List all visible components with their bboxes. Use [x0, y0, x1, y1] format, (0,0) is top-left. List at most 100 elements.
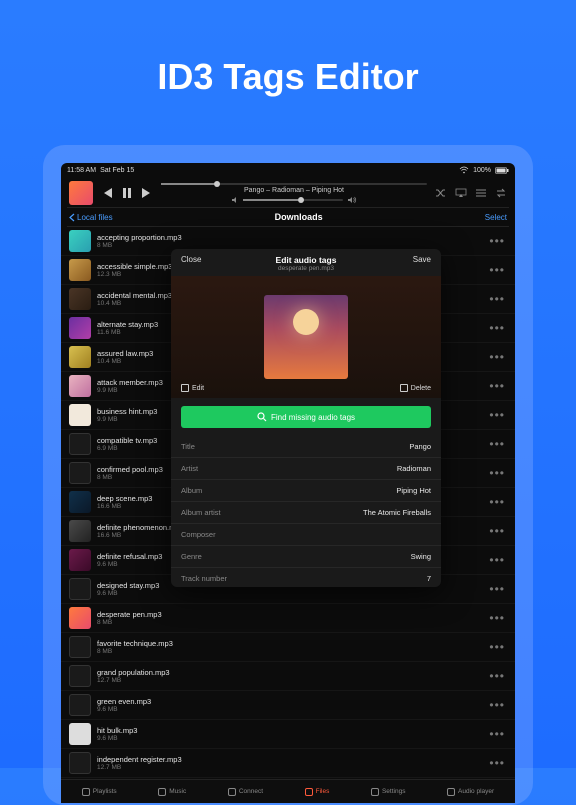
- tag-label: Track number: [181, 574, 227, 583]
- battery-percent: 100%: [473, 167, 491, 174]
- tab-connect[interactable]: Connect: [228, 788, 263, 796]
- battery-icon: [495, 167, 509, 174]
- cover-art[interactable]: [264, 295, 348, 379]
- repeat-icon[interactable]: [495, 188, 507, 198]
- tag-field-row[interactable]: ArtistRadioman: [171, 458, 441, 480]
- file-thumb: [69, 723, 91, 745]
- file-more-button[interactable]: •••: [487, 408, 507, 422]
- tag-label: Genre: [181, 552, 202, 561]
- file-more-button[interactable]: •••: [487, 234, 507, 248]
- find-tags-button[interactable]: Find missing audio tags: [181, 406, 431, 428]
- file-row[interactable]: hit bulk.mp39.6 MB•••: [61, 720, 515, 749]
- select-button[interactable]: Select: [485, 213, 507, 222]
- file-more-button[interactable]: •••: [487, 437, 507, 451]
- file-thumb: [69, 549, 91, 571]
- file-more-button[interactable]: •••: [487, 698, 507, 712]
- file-name: independent register.mp3: [97, 755, 481, 764]
- file-thumb: [69, 636, 91, 658]
- file-thumb: [69, 607, 91, 629]
- tag-field-row[interactable]: AlbumPiping Hot: [171, 480, 441, 502]
- tab-icon: [82, 788, 90, 796]
- prev-button[interactable]: [101, 187, 113, 199]
- tab-label: Files: [316, 788, 330, 795]
- file-row[interactable]: grand population.mp312.7 MB•••: [61, 662, 515, 691]
- nav-row: Local files Downloads Select: [61, 208, 515, 226]
- tab-audio-player[interactable]: Audio player: [447, 788, 494, 796]
- tag-value: Swing: [411, 552, 431, 561]
- tab-files[interactable]: Files: [305, 788, 330, 796]
- file-more-button[interactable]: •••: [487, 524, 507, 538]
- edit-art-label: Edit: [192, 385, 204, 392]
- shuffle-icon[interactable]: [435, 188, 447, 198]
- file-more-button[interactable]: •••: [487, 495, 507, 509]
- tag-field-row[interactable]: TitlePango: [171, 436, 441, 458]
- tab-icon: [371, 788, 379, 796]
- volume-slider[interactable]: [243, 199, 343, 201]
- file-more-button[interactable]: •••: [487, 611, 507, 625]
- find-tags-label: Find missing audio tags: [271, 413, 355, 422]
- tab-music[interactable]: Music: [158, 788, 186, 796]
- tab-playlists[interactable]: Playlists: [82, 788, 117, 796]
- next-button[interactable]: [141, 187, 153, 199]
- search-icon: [257, 412, 267, 422]
- file-row[interactable]: desperate pen.mp38 MB•••: [61, 604, 515, 633]
- file-thumb: [69, 317, 91, 339]
- tag-field-row[interactable]: Composer: [171, 524, 441, 546]
- file-thumb: [69, 752, 91, 774]
- file-more-button[interactable]: •••: [487, 350, 507, 364]
- tab-settings[interactable]: Settings: [371, 788, 406, 796]
- chevron-left-icon: [69, 213, 75, 222]
- file-name: grand population.mp3: [97, 668, 481, 677]
- back-button[interactable]: Local files: [69, 213, 113, 222]
- file-more-button[interactable]: •••: [487, 466, 507, 480]
- wifi-icon: [459, 166, 469, 174]
- tag-value: 7: [427, 574, 431, 583]
- edit-art-button[interactable]: Edit: [181, 384, 204, 392]
- file-row[interactable]: independent register.mp312.7 MB•••: [61, 749, 515, 778]
- queue-icon[interactable]: [475, 188, 487, 198]
- tablet-frame: 11:58 AM Sat Feb 15 100%: [43, 145, 533, 805]
- pause-button[interactable]: [121, 187, 133, 199]
- file-thumb: [69, 404, 91, 426]
- file-size: 9.6 MB: [97, 706, 481, 713]
- now-playing-art[interactable]: [69, 181, 93, 205]
- tag-label: Album artist: [181, 508, 221, 517]
- file-size: 8 MB: [97, 648, 481, 655]
- delete-art-label: Delete: [411, 385, 431, 392]
- tab-icon: [305, 788, 313, 796]
- file-thumb: [69, 578, 91, 600]
- volume-max-icon: [347, 196, 357, 204]
- modal-close-button[interactable]: Close: [181, 255, 211, 264]
- file-more-button[interactable]: •••: [487, 669, 507, 683]
- file-more-button[interactable]: •••: [487, 727, 507, 741]
- tab-label: Settings: [382, 788, 406, 795]
- airplay-icon[interactable]: [455, 188, 467, 198]
- delete-art-button[interactable]: Delete: [400, 384, 431, 392]
- edit-tags-modal: Close Edit audio tags desperate pen.mp3 …: [171, 249, 441, 587]
- image-icon: [181, 384, 189, 392]
- file-more-button[interactable]: •••: [487, 263, 507, 277]
- tag-field-row[interactable]: Genre Swing: [171, 546, 441, 568]
- tag-label: Artist: [181, 464, 198, 473]
- tag-label: Album: [181, 486, 202, 495]
- file-more-button[interactable]: •••: [487, 582, 507, 596]
- file-more-button[interactable]: •••: [487, 553, 507, 567]
- file-more-button[interactable]: •••: [487, 640, 507, 654]
- file-size: 8 MB: [97, 619, 481, 626]
- file-thumb: [69, 462, 91, 484]
- trash-icon: [400, 384, 408, 392]
- tab-icon: [228, 788, 236, 796]
- file-row[interactable]: green even.mp39.6 MB•••: [61, 691, 515, 720]
- file-more-button[interactable]: •••: [487, 321, 507, 335]
- modal-save-button[interactable]: Save: [401, 255, 431, 264]
- page-title: Downloads: [275, 212, 323, 222]
- tag-field-row[interactable]: Track number 7: [171, 568, 441, 587]
- tag-field-row[interactable]: Album artistThe Atomic Fireballs: [171, 502, 441, 524]
- file-more-button[interactable]: •••: [487, 292, 507, 306]
- file-more-button[interactable]: •••: [487, 379, 507, 393]
- file-size: 9.6 MB: [97, 735, 481, 742]
- file-row[interactable]: favorite technique.mp38 MB•••: [61, 633, 515, 662]
- tag-label: Composer: [181, 530, 216, 539]
- progress-slider[interactable]: [161, 183, 427, 185]
- file-size: 9.6 MB: [97, 590, 481, 597]
